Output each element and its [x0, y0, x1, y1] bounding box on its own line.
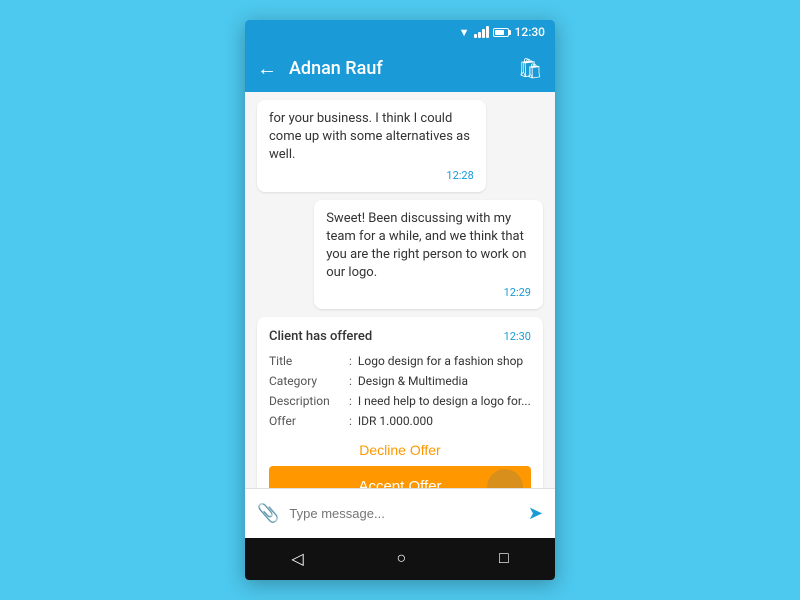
offer-colon-offer: : — [349, 414, 352, 428]
message-input-area: 📎 ➤ — [245, 488, 555, 538]
nav-home-button[interactable]: ○ — [396, 550, 406, 568]
offer-value-description: I need help to design a logo for... — [358, 394, 531, 408]
offer-row-description: Description : I need help to design a lo… — [269, 394, 531, 408]
offer-row-category: Category : Design & Multimedia — [269, 374, 531, 388]
chat-area: for your business. I think I could come … — [245, 92, 555, 488]
phone-frame: ▼ 12:30 ← Adnan Rauf 🛍 — [245, 20, 555, 580]
nav-recents-button[interactable]: □ — [499, 550, 509, 568]
offer-value-category: Design & Multimedia — [358, 374, 531, 388]
signal-icon — [474, 26, 489, 38]
wifi-icon: ▼ — [459, 26, 470, 39]
offer-colon-title: : — [349, 354, 352, 368]
offer-colon-category: : — [349, 374, 352, 388]
offer-label-category: Category — [269, 374, 349, 388]
status-icons: ▼ 12:30 — [459, 25, 545, 39]
offer-colon-description: : — [349, 394, 352, 408]
nav-back-button[interactable]: ◁ — [291, 549, 303, 569]
offer-row-title: Title : Logo design for a fashion shop — [269, 354, 531, 368]
status-bar: ▼ 12:30 — [245, 20, 555, 44]
offer-value-title: Logo design for a fashion shop — [358, 354, 531, 368]
offer-header-time: 12:30 — [504, 330, 531, 343]
accept-offer-container: Accept Offer — [269, 466, 531, 488]
message-bubble-2: Sweet! Been discussing with my team for … — [314, 200, 543, 310]
send-icon[interactable]: ➤ — [528, 503, 543, 524]
app-bar: ← Adnan Rauf 🛍 — [245, 44, 555, 92]
message-input[interactable] — [289, 506, 517, 521]
decline-offer-button[interactable]: Decline Offer — [269, 434, 531, 466]
back-button[interactable]: ← — [257, 56, 277, 81]
offer-label-offer: Offer — [269, 414, 349, 428]
message-bubble-1: for your business. I think I could come … — [257, 100, 486, 192]
battery-icon — [493, 28, 511, 37]
nav-bar: ◁ ○ □ — [245, 538, 555, 580]
message-time-1: 12:28 — [269, 169, 474, 182]
offer-header: Client has offered 12:30 — [269, 329, 531, 344]
offer-label-title: Title — [269, 354, 349, 368]
offer-header-text: Client has offered — [269, 329, 372, 344]
message-text-2: Sweet! Been discussing with my team for … — [326, 210, 531, 283]
offer-label-description: Description — [269, 394, 349, 408]
status-time: 12:30 — [515, 25, 545, 39]
offer-card: Client has offered 12:30 Title : Logo de… — [257, 317, 543, 488]
message-text-1: for your business. I think I could come … — [269, 110, 474, 165]
offer-row-offer: Offer : IDR 1.000.000 — [269, 414, 531, 428]
app-bar-title: Adnan Rauf — [289, 58, 506, 79]
message-time-2: 12:29 — [326, 286, 531, 299]
attach-icon[interactable]: 📎 — [257, 503, 279, 524]
bag-icon[interactable]: 🛍 — [518, 56, 543, 80]
offer-value-offer: IDR 1.000.000 — [358, 414, 531, 428]
